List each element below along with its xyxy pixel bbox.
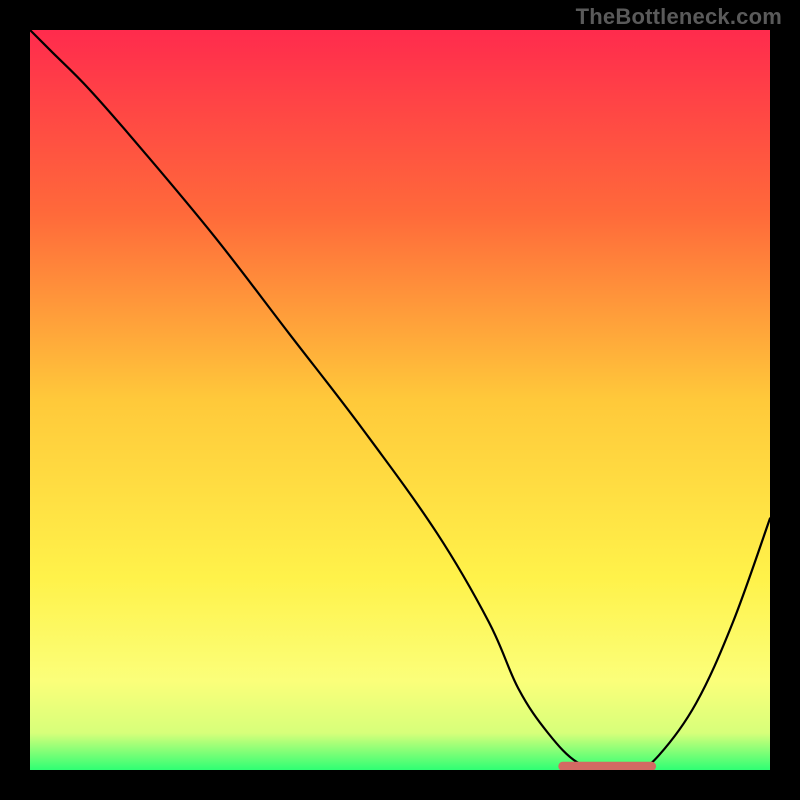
gradient-background [30, 30, 770, 770]
chart-container: TheBottleneck.com [0, 0, 800, 800]
plot-area [30, 30, 770, 770]
chart-svg [30, 30, 770, 770]
watermark: TheBottleneck.com [576, 4, 782, 30]
